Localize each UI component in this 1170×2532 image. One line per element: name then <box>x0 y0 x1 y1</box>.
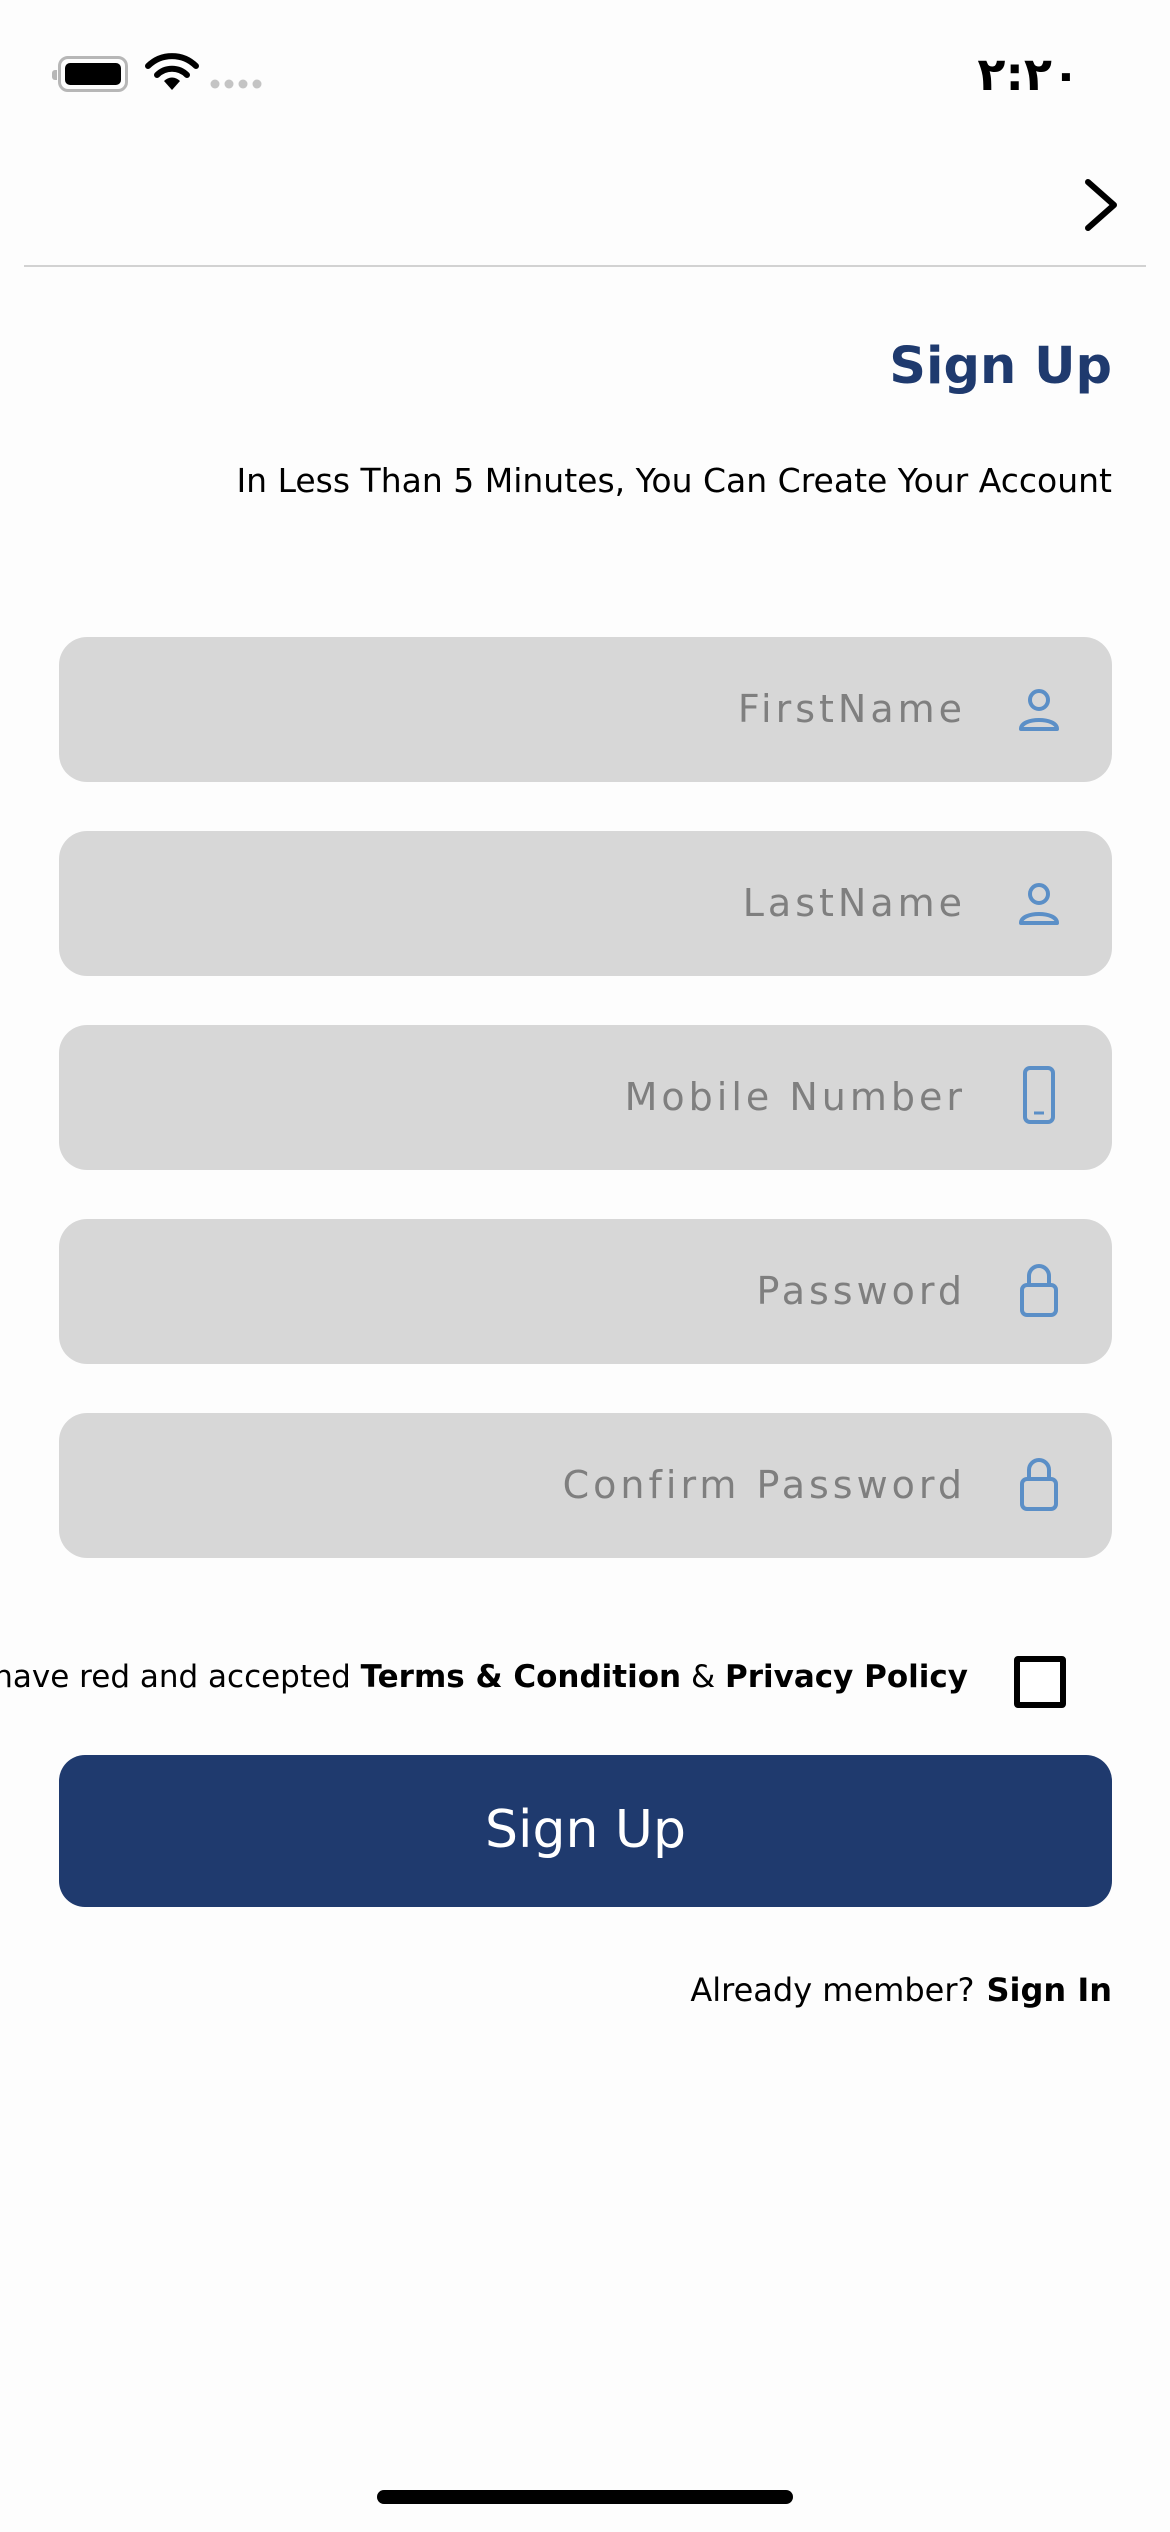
page-subtitle: In Less Than 5 Minutes, You Can Create Y… <box>236 461 1112 500</box>
lock-icon <box>1020 1264 1058 1317</box>
page-title: Sign Up <box>889 337 1112 396</box>
password-placeholder: Password <box>756 1269 966 1313</box>
user-icon <box>1019 689 1059 731</box>
lock-icon <box>1020 1458 1058 1511</box>
terms-joiner: & <box>690 1659 716 1695</box>
mobile-number-placeholder: Mobile Number <box>624 1075 966 1119</box>
first-name-field[interactable]: FirstName <box>59 637 1112 782</box>
wifi-icon <box>145 53 199 90</box>
sign-up-button[interactable]: Sign Up <box>59 1755 1112 1907</box>
terms-text: I have red and accepted Terms & Conditio… <box>0 1652 968 1702</box>
signal-icon <box>210 79 262 89</box>
mobile-phone-icon <box>1023 1066 1055 1124</box>
status-time: ۲:۲۰ <box>977 47 1080 101</box>
terms-checkbox[interactable] <box>1014 1656 1066 1708</box>
sign-in-link[interactable]: Sign In <box>986 1971 1112 2009</box>
last-name-placeholder: LastName <box>742 881 966 925</box>
mobile-number-field[interactable]: Mobile Number <box>59 1025 1112 1170</box>
chevron-right-icon[interactable] <box>1070 172 1130 238</box>
terms-prefix: I have red and accepted <box>0 1659 351 1695</box>
terms-link[interactable]: Terms & Condition <box>361 1659 681 1695</box>
user-icon <box>1019 883 1059 925</box>
home-indicator <box>377 2490 793 2504</box>
confirm-password-placeholder: Confirm Password <box>562 1463 966 1507</box>
confirm-password-field[interactable]: Confirm Password <box>59 1413 1112 1558</box>
password-field[interactable]: Password <box>59 1219 1112 1364</box>
privacy-link[interactable]: Privacy Policy <box>725 1659 968 1695</box>
battery-icon <box>52 56 128 92</box>
last-name-field[interactable]: LastName <box>59 831 1112 976</box>
first-name-placeholder: FirstName <box>737 687 966 731</box>
already-member-row: Already member? Sign In <box>690 1965 1112 2015</box>
header-divider <box>24 265 1146 267</box>
already-member-text: Already member? <box>690 1971 975 2009</box>
